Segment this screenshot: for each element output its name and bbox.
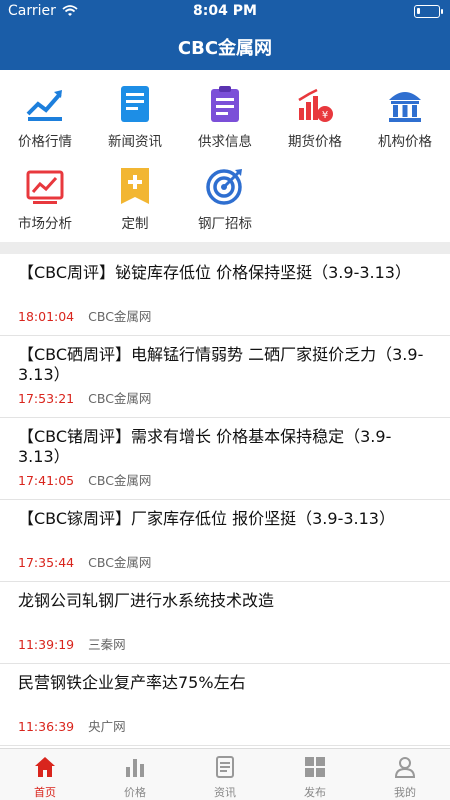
tab-home[interactable]: 首页 bbox=[0, 749, 90, 800]
news-time: 11:36:39 bbox=[18, 719, 75, 734]
news-source: CBC金属网 bbox=[88, 555, 152, 570]
news-title: 【CBC锗周评】需求有增长 价格基本保持稳定（3.9-3.13） bbox=[18, 427, 392, 466]
tab-publish[interactable]: 发布 bbox=[270, 749, 360, 800]
futures-chart-icon: ¥ bbox=[298, 88, 333, 122]
menu-item-market-analysis[interactable]: 市场分析 bbox=[0, 152, 90, 232]
clipboard-icon bbox=[211, 86, 239, 122]
user-icon bbox=[394, 757, 416, 778]
news-time: 17:35:44 bbox=[18, 555, 75, 570]
price-trend-icon bbox=[26, 90, 62, 121]
menu-label: 新闻资讯 bbox=[108, 134, 162, 150]
status-time: 8:04 PM bbox=[193, 3, 257, 19]
menu-label: 供求信息 bbox=[198, 134, 252, 150]
news-meta: 17:41:05 CBC金属网 bbox=[18, 470, 151, 489]
news-time: 17:53:21 bbox=[18, 391, 75, 406]
custom-plus-icon bbox=[121, 168, 149, 204]
news-meta: 17:53:21 CBC金属网 bbox=[18, 388, 151, 407]
menu-item-supply[interactable]: 供求信息 bbox=[180, 70, 270, 150]
news-item[interactable]: 民营钢铁企业复产率达75%左右 11:36:39 央广网 bbox=[0, 664, 450, 746]
menu-label: 价格行情 bbox=[18, 134, 72, 150]
app-header: Carrier 8:04 PM CBC金属网 bbox=[0, 0, 450, 70]
status-bar: Carrier 8:04 PM bbox=[0, 0, 450, 22]
tab-label: 价格 bbox=[124, 786, 146, 799]
menu-label: 钢厂招标 bbox=[198, 216, 252, 232]
tab-label: 发布 bbox=[304, 786, 326, 799]
tab-price[interactable]: 价格 bbox=[90, 749, 180, 800]
news-title: 【CBC镓周评】厂家库存低位 报价坚挺（3.9-3.13） bbox=[18, 509, 395, 528]
tab-label: 首页 bbox=[34, 786, 56, 799]
grid-icon bbox=[305, 757, 325, 777]
news-meta: 17:35:44 CBC金属网 bbox=[18, 552, 151, 571]
menu-label: 市场分析 bbox=[18, 216, 72, 232]
news-source: 央广网 bbox=[88, 719, 126, 734]
tab-label: 我的 bbox=[394, 786, 416, 799]
menu-item-tender[interactable]: 钢厂招标 bbox=[180, 152, 270, 232]
news-document-icon bbox=[121, 86, 149, 122]
news-time: 11:39:19 bbox=[18, 637, 75, 652]
menu-label: 定制 bbox=[121, 216, 149, 232]
battery-icon bbox=[414, 5, 443, 18]
institution-building-icon bbox=[389, 92, 421, 122]
news-source: CBC金属网 bbox=[88, 391, 152, 406]
news-icon bbox=[216, 756, 234, 778]
news-title: 龙钢公司轧钢厂进行水系统技术改造 bbox=[18, 591, 275, 610]
news-title: 民营钢铁企业复产率达75%左右 bbox=[18, 673, 246, 692]
menu-item-custom[interactable]: 定制 bbox=[90, 152, 180, 232]
news-item[interactable]: 【CBC周评】铋锭库存低位 价格保持坚挺（3.9-3.13） 18:01:04 … bbox=[0, 254, 450, 336]
menu-item-price[interactable]: 价格行情 bbox=[0, 70, 90, 150]
news-meta: 18:01:04 CBC金属网 bbox=[18, 306, 151, 325]
tab-label: 资讯 bbox=[214, 786, 236, 799]
news-meta: 11:36:39 央广网 bbox=[18, 716, 126, 735]
news-item[interactable]: 【CBC镓周评】厂家库存低位 报价坚挺（3.9-3.13） 17:35:44 C… bbox=[0, 500, 450, 582]
news-time: 17:41:05 bbox=[18, 473, 75, 488]
market-analysis-icon bbox=[26, 170, 64, 204]
news-time: 18:01:04 bbox=[18, 309, 75, 324]
news-source: CBC金属网 bbox=[88, 473, 152, 488]
news-item[interactable]: 龙钢公司轧钢厂进行水系统技术改造 11:39:19 三秦网 bbox=[0, 582, 450, 664]
home-icon bbox=[35, 757, 55, 777]
news-list: 【CBC周评】铋锭库存低位 价格保持坚挺（3.9-3.13） 18:01:04 … bbox=[0, 254, 450, 748]
feature-grid: 价格行情 新闻资讯 供求信息 ¥ 期货价格 机构价格 市场分析 定制 钢厂招标 bbox=[0, 70, 450, 242]
news-item[interactable]: 【CBC硒周评】电解锰行情弱势 二硒厂家挺价乏力（3.9-3.13） 17:53… bbox=[0, 336, 450, 418]
news-source: 三秦网 bbox=[88, 637, 126, 652]
news-source: CBC金属网 bbox=[88, 309, 152, 324]
news-title: 【CBC周评】铋锭库存低位 价格保持坚挺（3.9-3.13） bbox=[18, 263, 411, 282]
page-title: CBC金属网 bbox=[177, 38, 273, 59]
menu-item-futures[interactable]: ¥ 期货价格 bbox=[270, 70, 360, 150]
news-title: 【CBC硒周评】电解锰行情弱势 二硒厂家挺价乏力（3.9-3.13） bbox=[18, 345, 424, 384]
bottom-tab-bar: 首页 价格 资讯 发布 我的 bbox=[0, 748, 450, 800]
tab-news[interactable]: 资讯 bbox=[180, 749, 270, 800]
menu-item-institution[interactable]: 机构价格 bbox=[360, 70, 450, 150]
svg-text:¥: ¥ bbox=[322, 110, 328, 121]
news-item[interactable]: 【CBC锗周评】需求有增长 价格基本保持稳定（3.9-3.13） 17:41:0… bbox=[0, 418, 450, 500]
tab-mine[interactable]: 我的 bbox=[360, 749, 450, 800]
menu-label: 机构价格 bbox=[378, 134, 432, 150]
menu-item-news[interactable]: 新闻资讯 bbox=[90, 70, 180, 150]
target-icon bbox=[206, 169, 242, 205]
bar-chart-icon bbox=[126, 759, 144, 777]
section-divider bbox=[0, 242, 450, 254]
news-meta: 11:39:19 三秦网 bbox=[18, 634, 126, 653]
menu-label: 期货价格 bbox=[288, 134, 342, 150]
